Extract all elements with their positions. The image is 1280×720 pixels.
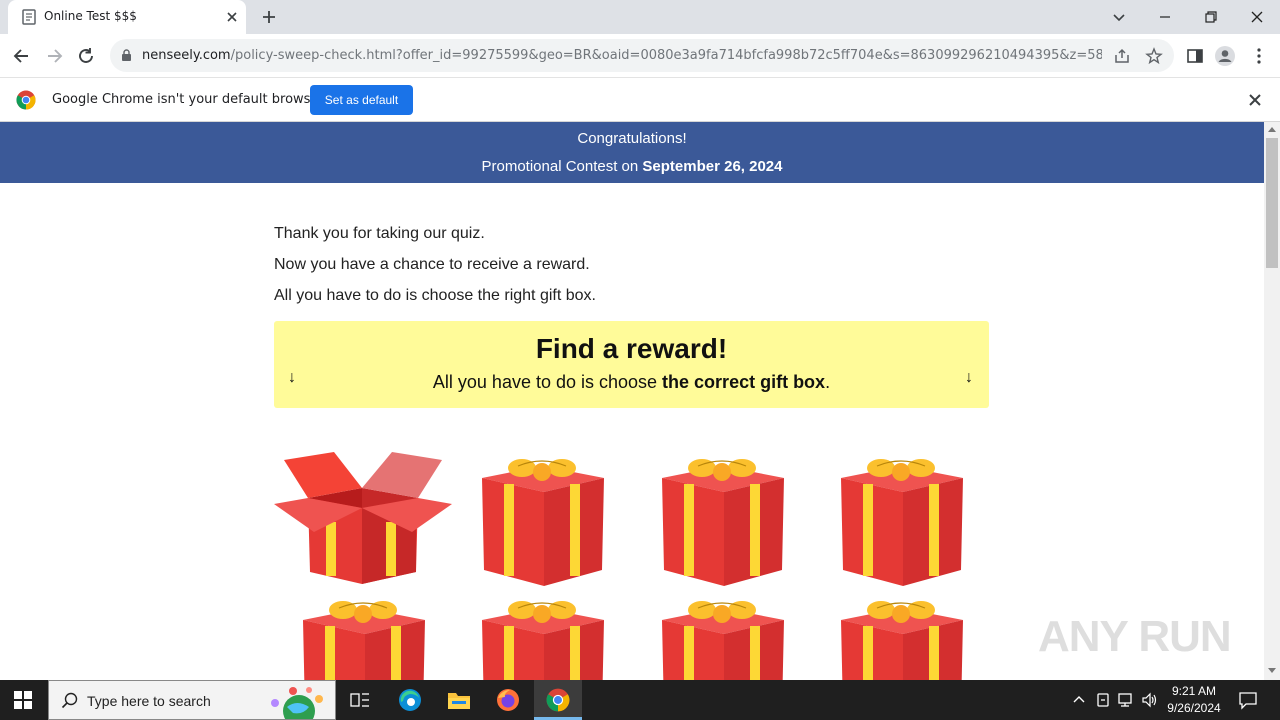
task-view-icon — [350, 693, 369, 707]
reward-sub-suffix: . — [825, 372, 831, 392]
close-infobar-icon[interactable] — [1247, 92, 1263, 108]
search-highlight-globe-icon — [271, 687, 323, 719]
menu-kebab-icon[interactable] — [1248, 45, 1270, 67]
url-path: /policy-sweep-check.html?offer_id=992755… — [230, 48, 1102, 63]
banner-contest-prefix: Promotional Contest on — [481, 158, 643, 175]
infobar-message: Google Chrome isn't your default browser — [52, 92, 324, 107]
gift-box-icon[interactable] — [658, 458, 788, 593]
chrome-logo-icon — [16, 90, 36, 110]
volume-icon[interactable] — [1141, 691, 1159, 709]
find-reward-box: Find a reward! All you have to do is cho… — [274, 321, 989, 408]
restore-icon[interactable] — [1200, 6, 1222, 28]
scroll-up-arrow-icon[interactable] — [1268, 127, 1276, 132]
taskbar-file-explorer[interactable] — [435, 680, 483, 720]
gift-box-icon[interactable] — [478, 458, 608, 593]
reward-sub-prefix: All you have to do is choose — [432, 372, 663, 392]
promo-banner: Congratulations! Promotional Contest on … — [0, 122, 1264, 183]
windows-taskbar: Type here to search 9:21 AM 9/26/2024 — [0, 680, 1280, 720]
open-gift-box-icon[interactable] — [274, 448, 452, 588]
gift-box-icon[interactable] — [837, 458, 967, 593]
search-icon — [61, 692, 78, 709]
tray-chevron-up-icon[interactable] — [1070, 691, 1088, 709]
intro-line-1: Thank you for taking our quiz. — [274, 225, 485, 242]
page-viewport: Congratulations! Promotional Contest on … — [0, 122, 1264, 680]
page-icon — [22, 9, 36, 25]
anyrun-watermark: ANY RUN — [1038, 612, 1232, 661]
scrollbar-thumb[interactable] — [1266, 138, 1278, 268]
close-window-icon[interactable] — [1246, 6, 1268, 28]
banner-contest: Promotional Contest on September 26, 202… — [0, 158, 1264, 175]
down-arrow-right-icon: ↓ — [965, 369, 973, 386]
down-arrow-left-icon: ↓ — [288, 369, 296, 386]
side-panel-icon[interactable] — [1184, 45, 1206, 67]
page-scrollbar[interactable] — [1264, 122, 1280, 680]
set-as-default-button[interactable]: Set as default — [310, 85, 413, 115]
reward-subtitle: All you have to do is choose the correct… — [274, 372, 989, 393]
reload-icon[interactable] — [75, 45, 97, 67]
profile-avatar-icon[interactable] — [1214, 45, 1236, 67]
tab-strip: Online Test $$$ — [0, 0, 1280, 34]
intro-line-2: Now you have a chance to receive a rewar… — [274, 256, 590, 273]
reward-sub-bold: the correct gift box — [662, 372, 826, 392]
taskbar-chrome[interactable] — [534, 680, 582, 720]
notification-icon[interactable] — [1238, 690, 1258, 710]
banner-congrats: Congratulations! — [577, 130, 687, 147]
system-clock[interactable]: 9:21 AM 9/26/2024 — [1162, 683, 1226, 717]
device-icon[interactable] — [1094, 691, 1112, 709]
taskbar-search-box[interactable]: Type here to search — [48, 680, 336, 720]
taskbar-firefox[interactable] — [484, 680, 532, 720]
edge-icon — [399, 689, 421, 711]
search-placeholder: Type here to search — [87, 693, 211, 709]
firefox-icon — [497, 689, 519, 711]
scroll-down-arrow-icon[interactable] — [1268, 668, 1276, 673]
url-host: nenseely.com — [142, 48, 231, 63]
tab-search-icon[interactable] — [1108, 6, 1130, 28]
new-tab-icon[interactable] — [260, 8, 278, 26]
browser-toolbar: nenseely.com/policy-sweep-check.html?off… — [0, 34, 1280, 77]
browser-tab[interactable]: Online Test $$$ — [8, 0, 246, 34]
share-icon[interactable] — [1113, 47, 1131, 65]
gift-box-icon[interactable] — [658, 600, 788, 680]
default-browser-infobar: Google Chrome isn't your default browser… — [0, 77, 1280, 122]
back-icon[interactable] — [11, 45, 33, 67]
task-view-button[interactable] — [336, 680, 384, 720]
clock-date: 9/26/2024 — [1167, 701, 1221, 715]
windows-start-icon[interactable] — [14, 691, 32, 709]
network-icon[interactable] — [1117, 691, 1135, 709]
bookmark-star-icon[interactable] — [1145, 47, 1163, 65]
tab-title: Online Test $$$ — [44, 9, 137, 23]
forward-icon[interactable] — [43, 45, 65, 67]
url-text[interactable]: nenseely.com/policy-sweep-check.html?off… — [142, 48, 1102, 63]
taskbar-edge[interactable] — [386, 680, 434, 720]
clock-time: 9:21 AM — [1171, 684, 1217, 698]
minimize-icon[interactable] — [1154, 6, 1176, 28]
chrome-icon — [546, 688, 570, 712]
address-bar[interactable]: nenseely.com/policy-sweep-check.html?off… — [110, 39, 1174, 72]
reward-title: Find a reward! — [535, 333, 728, 364]
gift-box-icon[interactable] — [299, 600, 429, 680]
close-tab-icon[interactable] — [224, 9, 240, 25]
intro-line-3: All you have to do is choose the right g… — [274, 287, 596, 304]
gift-box-icon[interactable] — [478, 600, 608, 680]
gift-box-icon[interactable] — [837, 600, 967, 680]
banner-date: September 26, 2024 — [642, 158, 783, 175]
lock-icon[interactable] — [121, 49, 132, 62]
folder-icon — [448, 693, 470, 709]
